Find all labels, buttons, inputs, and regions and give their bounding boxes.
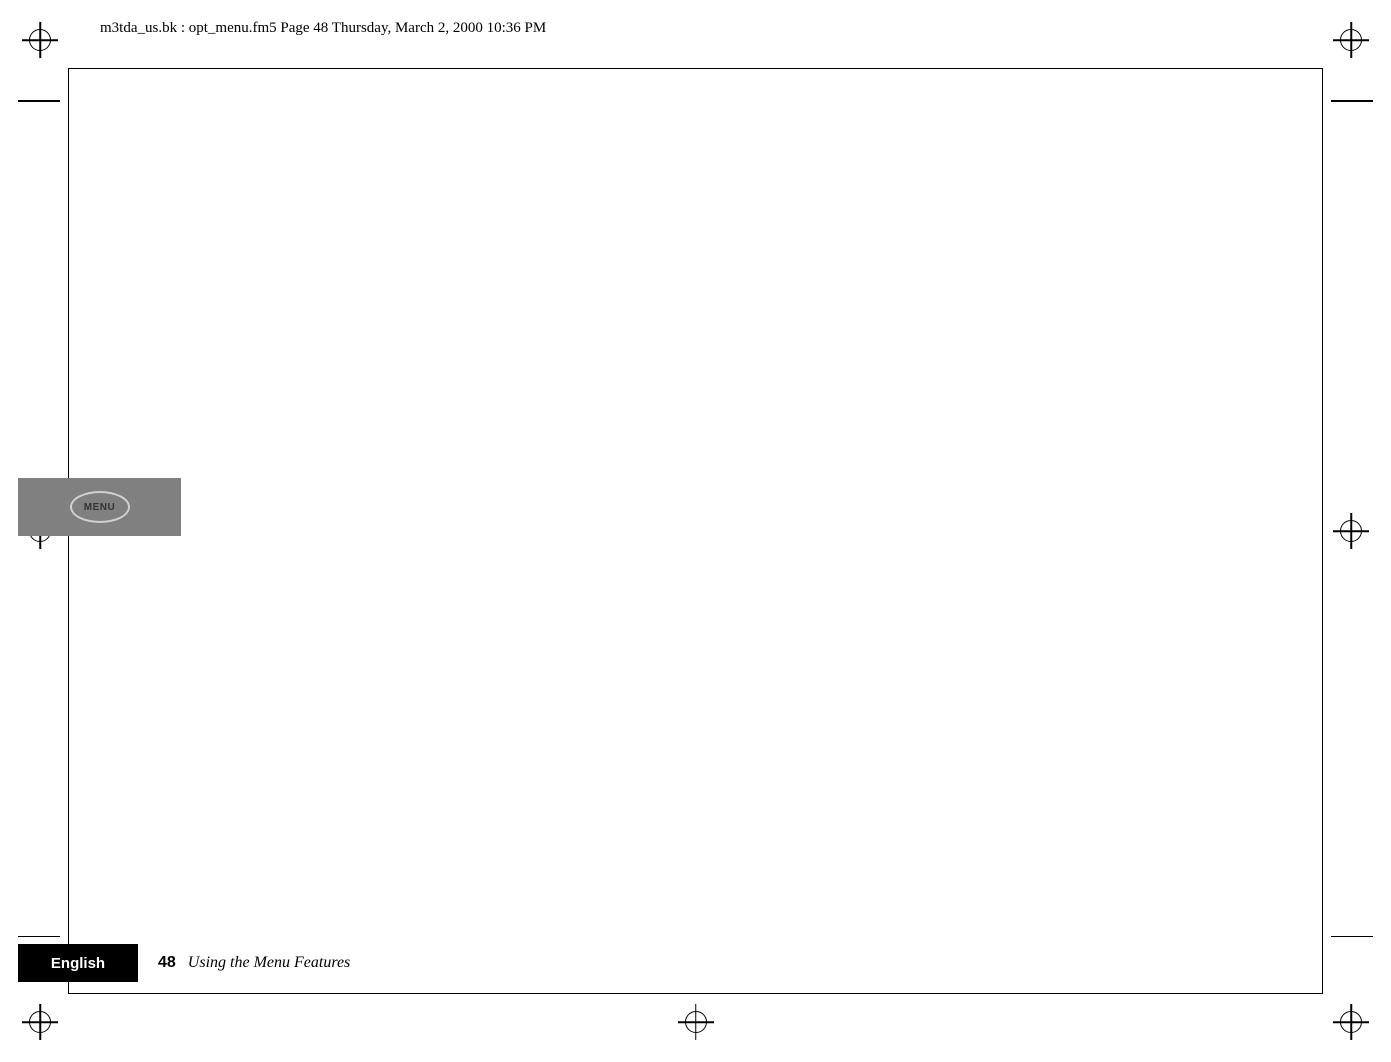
reg-mark-top-right — [1333, 22, 1369, 58]
language-label: English — [51, 955, 105, 972]
language-badge: English — [18, 944, 138, 982]
page-number: 48 — [158, 954, 176, 972]
reg-mark-bottom-right — [1333, 1004, 1369, 1040]
rule-top-left — [18, 100, 60, 102]
menu-button-area: MENU — [18, 478, 181, 536]
reg-mark-bottom-center — [678, 1004, 714, 1040]
page-title: Using the Menu Features — [188, 954, 350, 972]
reg-mark-bottom-left — [22, 1004, 58, 1040]
border-right — [1322, 68, 1323, 994]
menu-button-oval: MENU — [70, 491, 130, 523]
border-bottom — [68, 993, 1323, 994]
border-top — [68, 68, 1323, 69]
rule-bottom-right — [1331, 936, 1373, 938]
header-text: m3tda_us.bk : opt_menu.fm5 Page 48 Thurs… — [100, 20, 546, 37]
rule-top-right — [1331, 100, 1373, 102]
rule-bottom-left — [18, 936, 60, 938]
menu-button-label: MENU — [84, 502, 115, 513]
footer-area: English 48 Using the Menu Features — [18, 942, 1323, 984]
reg-mark-top-left — [22, 22, 58, 58]
reg-mark-middle-right — [1333, 513, 1369, 549]
